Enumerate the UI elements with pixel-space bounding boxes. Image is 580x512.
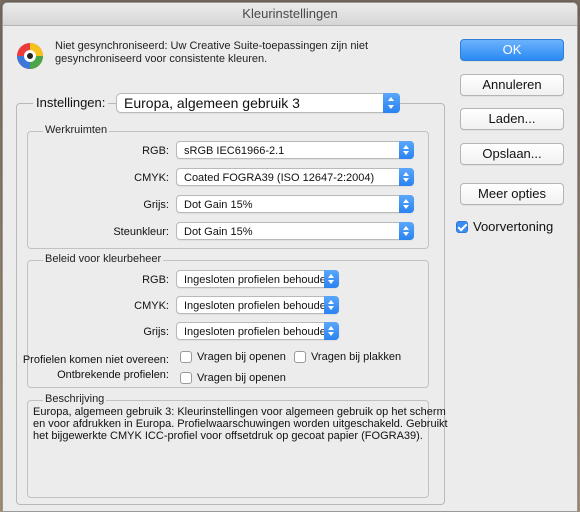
ws-spot-label: Steunkleur: <box>113 226 169 238</box>
cancel-button[interactable]: Annuleren <box>460 74 564 96</box>
preview-label: Voorvertoning <box>473 219 554 234</box>
ws-gray-value: Dot Gain 15% <box>184 199 253 211</box>
ws-rgb-label: RGB: <box>142 145 169 157</box>
window-title: Kleurinstellingen <box>3 3 577 26</box>
ws-spot-select[interactable]: Dot Gain 15% <box>176 222 414 240</box>
settings-select[interactable]: Europa, algemeen gebruik 3 <box>116 93 400 113</box>
chevron-updown-icon <box>324 296 339 314</box>
description-line: en voor afdrukken in Europa. Profielwaar… <box>33 418 448 430</box>
missing-ask-when-opening-label: Vragen bij openen <box>197 372 286 384</box>
chevron-updown-icon <box>399 141 414 159</box>
chevron-updown-icon <box>399 222 414 240</box>
ws-gray-label: Grijs: <box>143 199 169 211</box>
cm-cmyk-value: Ingesloten profielen behouden <box>184 300 333 312</box>
cm-gray-select[interactable]: Ingesloten profielen behouden <box>176 322 339 340</box>
color-management-title: Beleid voor kleurbeheer <box>43 253 164 265</box>
ws-cmyk-select[interactable]: Coated FOGRA39 (ISO 12647-2:2004) <box>176 168 414 186</box>
ws-gray-select[interactable]: Dot Gain 15% <box>176 195 414 213</box>
sync-warning-line: Niet gesynchroniseerd: Uw Creative Suite… <box>55 40 369 52</box>
settings-value: Europa, algemeen gebruik 3 <box>124 95 300 111</box>
ws-rgb-select[interactable]: sRGB IEC61966-2.1 <box>176 141 414 159</box>
ws-cmyk-value: Coated FOGRA39 (ISO 12647-2:2004) <box>184 172 375 184</box>
ws-cmyk-label: CMYK: <box>134 172 169 184</box>
ws-spot-value: Dot Gain 15% <box>184 226 253 238</box>
chevron-updown-icon <box>399 168 414 186</box>
ask-when-pasting-label: Vragen bij plakken <box>311 351 402 363</box>
more-options-button[interactable]: Meer opties <box>460 183 564 205</box>
working-spaces-title: Werkruimten <box>43 124 110 136</box>
color-settings-dialog: Kleurinstellingen Niet gesynchroniseerd:… <box>2 2 578 512</box>
preview-checkbox[interactable] <box>456 221 468 233</box>
color-sync-warning-icon <box>17 43 43 69</box>
cm-cmyk-select[interactable]: Ingesloten profielen behouden <box>176 296 339 314</box>
chevron-updown-icon <box>383 93 400 113</box>
ask-when-pasting-checkbox[interactable] <box>294 351 306 363</box>
cm-rgb-select[interactable]: Ingesloten profielen behouden <box>176 270 339 288</box>
missing-profiles-label: Ontbrekende profielen: <box>57 369 169 381</box>
cm-cmyk-label: CMYK: <box>134 300 169 312</box>
load-button[interactable]: Laden... <box>460 108 564 130</box>
profile-mismatch-label: Profielen komen niet overeen: <box>22 354 169 366</box>
save-button[interactable]: Opslaan... <box>460 143 564 165</box>
cm-gray-value: Ingesloten profielen behouden <box>184 326 333 338</box>
chevron-updown-icon <box>399 195 414 213</box>
description-title: Beschrijving <box>43 393 107 405</box>
ok-button[interactable]: OK <box>460 39 564 61</box>
cm-gray-label: Grijs: <box>143 326 169 338</box>
sync-warning-text: Niet gesynchroniseerd: Uw Creative Suite… <box>55 40 385 66</box>
settings-label: Instellingen: <box>33 95 109 110</box>
sync-warning-line: gesynchroniseerd voor consistente kleure… <box>55 53 268 65</box>
description-line: Europa, algemeen gebruik 3: Kleurinstell… <box>33 406 446 418</box>
cm-rgb-value: Ingesloten profielen behouden <box>184 274 333 286</box>
description-line: het bijgewerkte CMYK ICC-profiel voor of… <box>33 430 423 442</box>
ws-rgb-value: sRGB IEC61966-2.1 <box>184 145 285 157</box>
cm-rgb-label: RGB: <box>142 274 169 286</box>
ask-when-opening-label: Vragen bij openen <box>197 351 286 363</box>
description-text: Europa, algemeen gebruik 3: Kleurinstell… <box>33 406 448 442</box>
chevron-updown-icon <box>324 270 339 288</box>
ask-when-opening-checkbox[interactable] <box>180 351 192 363</box>
missing-ask-when-opening-checkbox[interactable] <box>180 372 192 384</box>
chevron-updown-icon <box>324 322 339 340</box>
